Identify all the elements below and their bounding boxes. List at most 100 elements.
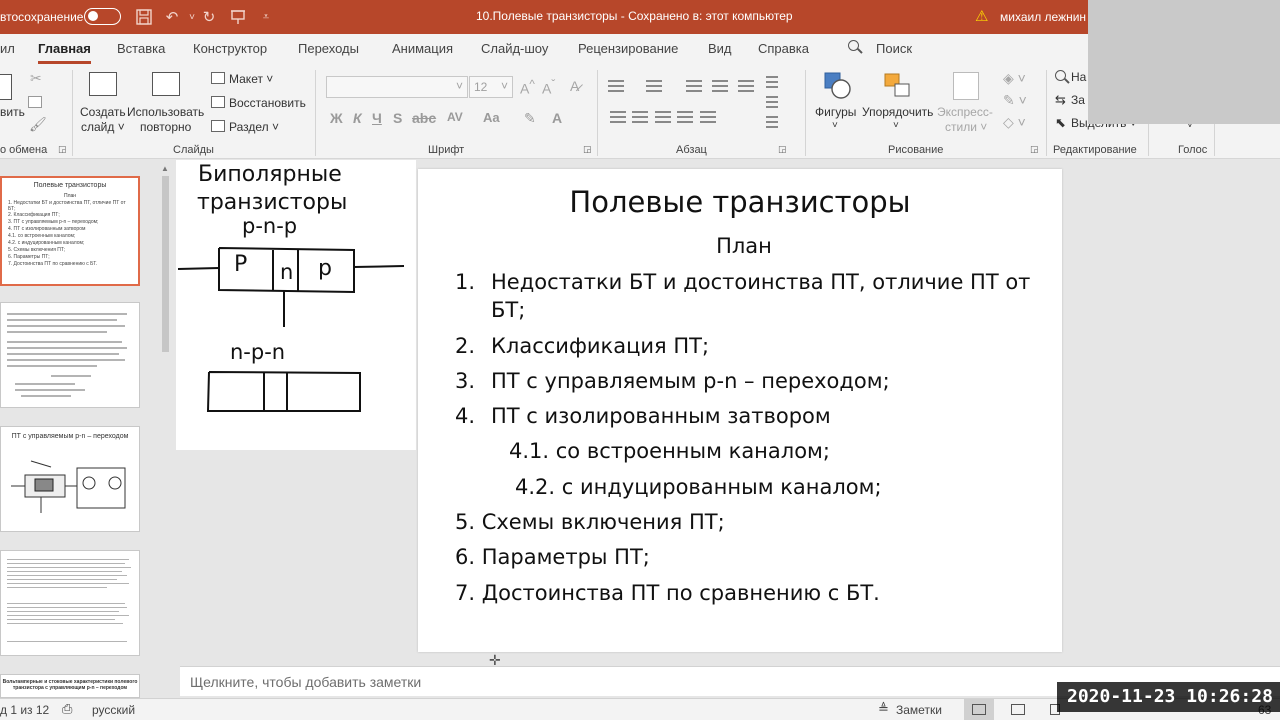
- undo-icon[interactable]: ↶: [162, 7, 182, 27]
- customize-toolbar-icon[interactable]: ⩡: [256, 7, 276, 27]
- redo-icon[interactable]: ↻: [199, 7, 219, 27]
- user-name[interactable]: михаил лежнин: [1000, 10, 1086, 24]
- plan-subitem-text[interactable]: 4.1. со встроенным каналом;: [509, 437, 830, 465]
- highlight-icon[interactable]: ✎: [524, 110, 536, 127]
- section-button[interactable]: Раздел ˅: [229, 120, 279, 134]
- clear-format-icon[interactable]: A̷: [570, 78, 579, 94]
- copy-icon[interactable]: [28, 96, 42, 108]
- columns-icon[interactable]: [700, 111, 716, 123]
- align-left-icon[interactable]: [610, 111, 626, 123]
- shape-fill-icon[interactable]: ◈ ˅: [1003, 70, 1026, 87]
- new-slide-dropdown[interactable]: слайд ˅: [81, 120, 125, 134]
- tab-view[interactable]: Вид: [708, 41, 732, 56]
- slide-subtitle[interactable]: План: [418, 234, 1070, 258]
- tab-review[interactable]: Рецензирование: [578, 41, 678, 56]
- notes-placeholder[interactable]: Щелкните, чтобы добавить заметки: [190, 674, 421, 690]
- char-spacing-icon[interactable]: AV: [447, 110, 463, 124]
- notes-button[interactable]: Заметки: [896, 703, 942, 717]
- justify-icon[interactable]: [677, 111, 693, 123]
- strikethrough-icon[interactable]: abc: [412, 110, 436, 126]
- scroll-up-icon[interactable]: ▲: [161, 164, 169, 173]
- plan-item-text[interactable]: 6. Параметры ПТ;: [455, 543, 650, 571]
- paste-button[interactable]: вить: [0, 105, 25, 119]
- tab-slideshow[interactable]: Слайд-шоу: [481, 41, 548, 56]
- plan-subitem-text[interactable]: 4.2. с индуцированным каналом;: [515, 473, 882, 501]
- section-icon[interactable]: [211, 120, 225, 132]
- shape-outline-icon[interactable]: ✎ ˅: [1003, 92, 1027, 109]
- text-direction-icon[interactable]: [766, 76, 778, 88]
- tab-file[interactable]: ил: [0, 41, 15, 56]
- shrink-font-icon[interactable]: Aˇ: [542, 78, 555, 97]
- shapes-button[interactable]: Фигуры: [815, 105, 856, 119]
- bullets-icon[interactable]: [608, 80, 624, 92]
- align-text-icon[interactable]: [766, 96, 778, 108]
- underline-icon[interactable]: Ч: [372, 110, 382, 126]
- tab-help[interactable]: Справка: [758, 41, 809, 56]
- shapes-icon[interactable]: [824, 72, 852, 100]
- tab-transitions[interactable]: Переходы: [298, 41, 359, 56]
- tab-insert[interactable]: Вставка: [117, 41, 165, 56]
- notes-icon[interactable]: ≜: [878, 701, 889, 717]
- thumbnail-scrollbar[interactable]: ▲: [159, 160, 172, 680]
- slide-sorter-icon[interactable]: [1011, 704, 1025, 715]
- search-icon[interactable]: [848, 40, 864, 56]
- line-spacing-icon[interactable]: [738, 80, 754, 92]
- slide-thumbnail-1[interactable]: Полевые транзисторы План 1. Недостатки Б…: [0, 176, 140, 286]
- increase-indent-icon[interactable]: [712, 80, 728, 92]
- layout-button[interactable]: Макет ˅: [229, 72, 273, 86]
- scrollbar-thumb[interactable]: [162, 176, 169, 352]
- slide-canvas[interactable]: Полевые транзисторы План 1. Недостатки Б…: [418, 169, 1062, 652]
- paragraph-launcher-icon[interactable]: ◲: [778, 144, 787, 155]
- arrange-button[interactable]: Упорядочить: [862, 105, 933, 119]
- slide-thumbnail-2[interactable]: [0, 302, 140, 408]
- save-icon[interactable]: [134, 7, 154, 27]
- clipboard-launcher-icon[interactable]: ◲: [58, 144, 67, 155]
- arrange-icon[interactable]: [883, 72, 913, 100]
- shape-effects-icon[interactable]: ◇ ˅: [1003, 114, 1026, 131]
- quick-styles-button[interactable]: Экспресс-: [937, 105, 993, 119]
- plan-item-text[interactable]: ПТ с изолированным затвором: [491, 402, 831, 430]
- slide-thumbnail-3[interactable]: ПТ с управляемым p-n – переходом: [0, 426, 140, 532]
- tab-design[interactable]: Конструктор: [193, 41, 267, 56]
- autosave-toggle[interactable]: [84, 8, 121, 25]
- replace-button[interactable]: За: [1071, 93, 1085, 107]
- cut-icon[interactable]: ✂: [30, 70, 42, 87]
- tab-animations[interactable]: Анимация: [392, 41, 453, 56]
- numbering-icon[interactable]: [646, 80, 662, 92]
- decrease-indent-icon[interactable]: [686, 80, 702, 92]
- slide-title[interactable]: Полевые транзисторы: [418, 185, 1062, 219]
- find-icon[interactable]: [1055, 70, 1071, 86]
- quick-styles-icon[interactable]: [953, 72, 979, 100]
- plan-item-text[interactable]: Недостатки БТ и достоинства ПТ, отличие …: [491, 268, 1030, 296]
- reset-icon[interactable]: [211, 96, 225, 108]
- layout-icon[interactable]: [211, 72, 225, 84]
- plan-item-text[interactable]: Классификация ПТ;: [491, 332, 709, 360]
- search-label[interactable]: Поиск: [876, 41, 912, 56]
- grow-font-icon[interactable]: A^: [520, 78, 535, 97]
- plan-item-text[interactable]: БТ;: [491, 296, 525, 324]
- new-slide-button[interactable]: Создать: [80, 105, 126, 119]
- font-size-field[interactable]: 12 ˅: [469, 76, 513, 98]
- select-icon[interactable]: ⬉: [1055, 115, 1066, 131]
- new-slide-icon[interactable]: [89, 72, 117, 96]
- normal-view-icon[interactable]: [972, 704, 986, 715]
- present-from-start-icon[interactable]: [228, 7, 248, 27]
- tab-home[interactable]: Главная: [38, 41, 91, 64]
- italic-icon[interactable]: К: [353, 110, 362, 126]
- align-right-icon[interactable]: [655, 111, 671, 123]
- reset-button[interactable]: Восстановить: [229, 96, 306, 110]
- language-indicator[interactable]: русский: [92, 703, 135, 717]
- font-color-icon[interactable]: A: [552, 110, 562, 126]
- align-center-icon[interactable]: [632, 111, 648, 123]
- reuse-slides-icon[interactable]: [152, 72, 180, 96]
- plan-item-text[interactable]: ПТ с управляемым p-n – переходом;: [491, 367, 890, 395]
- font-launcher-icon[interactable]: ◲: [583, 144, 592, 155]
- plan-item-text[interactable]: 5. Схемы включения ПТ;: [455, 508, 725, 536]
- shadow-icon[interactable]: S: [393, 110, 402, 126]
- paste-icon[interactable]: [0, 74, 12, 100]
- reuse-slides-button[interactable]: Использовать: [127, 105, 204, 119]
- font-name-field[interactable]: ˅: [326, 76, 468, 98]
- change-case-icon[interactable]: Aa: [483, 110, 500, 125]
- warning-icon[interactable]: ⚠: [975, 7, 988, 25]
- bold-icon[interactable]: Ж: [330, 110, 343, 126]
